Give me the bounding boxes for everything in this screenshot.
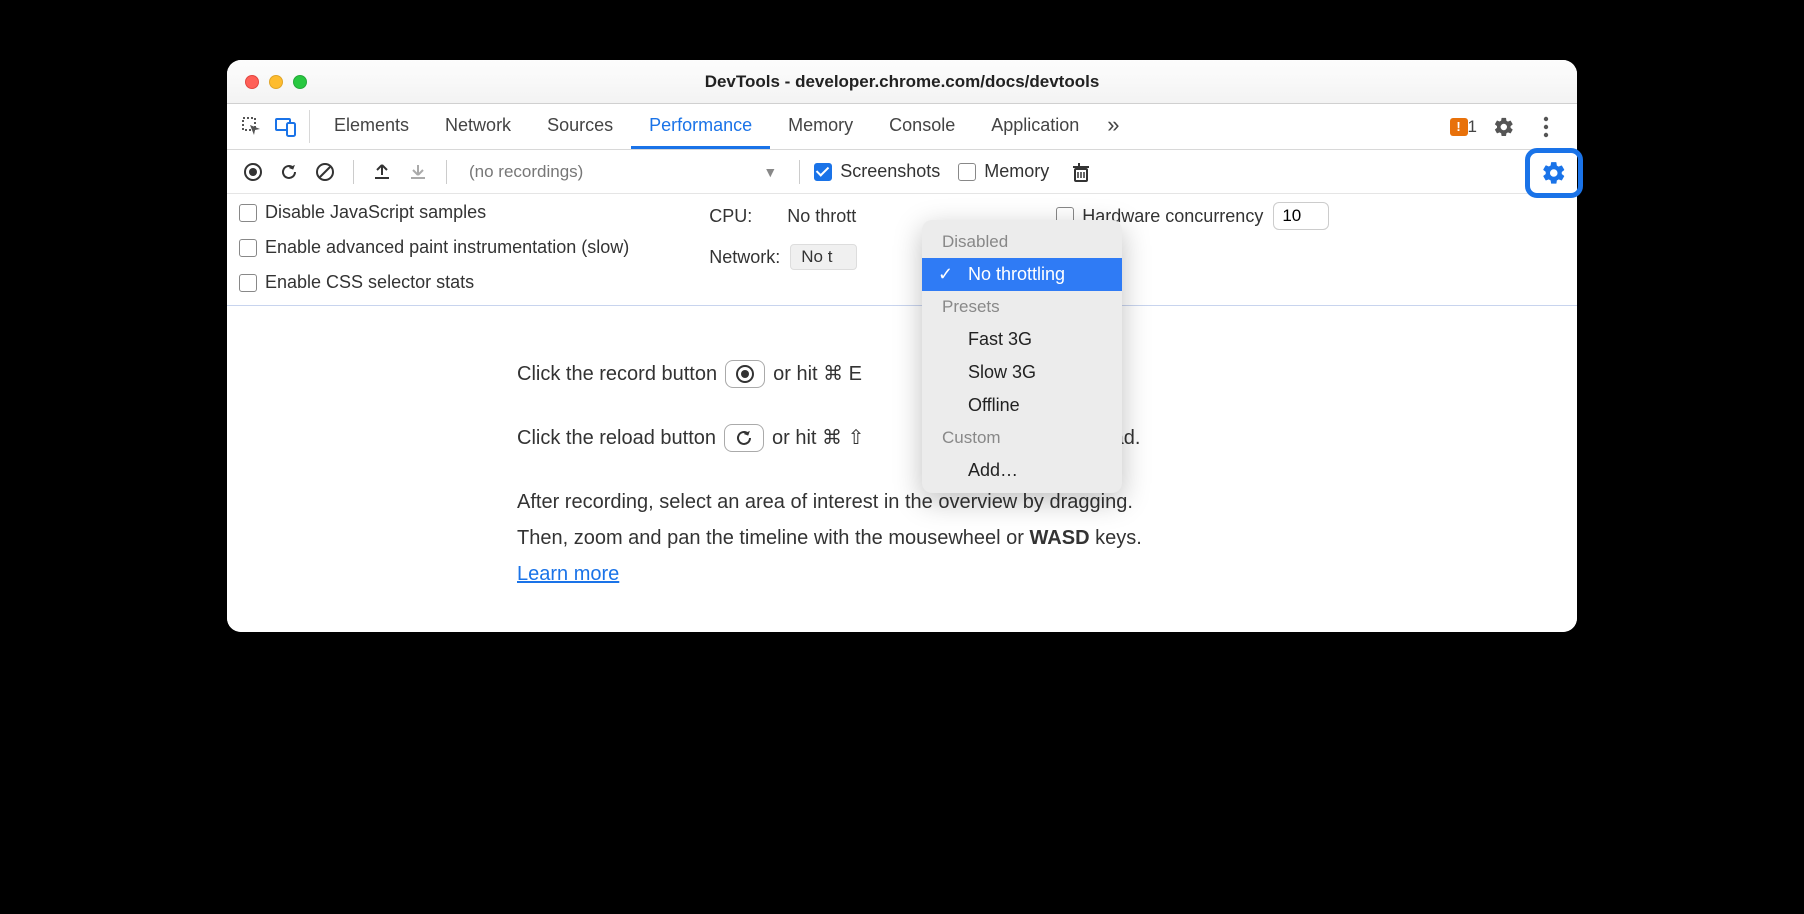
screenshots-label: Screenshots (840, 161, 940, 182)
chevron-down-icon: ▼ (763, 164, 777, 180)
memory-checkbox-input[interactable] (958, 163, 976, 181)
item-label: Add… (968, 460, 1018, 480)
capture-settings-highlight (1525, 148, 1583, 198)
item-label: Offline (968, 395, 1020, 415)
tab-label: Console (889, 115, 955, 136)
tab-label: Memory (788, 115, 853, 136)
tab-performance[interactable]: Performance (631, 104, 770, 149)
screenshots-checkbox[interactable]: Screenshots (814, 161, 940, 182)
hint-text: Click the record button (517, 356, 717, 392)
select-value: No t (801, 247, 832, 266)
capture-settings-button[interactable] (1541, 160, 1567, 186)
tab-label: Network (445, 115, 511, 136)
label: Enable CSS selector stats (265, 272, 474, 293)
tab-memory[interactable]: Memory (770, 104, 871, 149)
item-label: Slow 3G (968, 362, 1036, 382)
tab-network[interactable]: Network (427, 104, 529, 149)
record-button-icon (725, 360, 765, 388)
collect-garbage-button[interactable] (1067, 158, 1095, 186)
disable-js-samples-checkbox[interactable]: Disable JavaScript samples (239, 202, 629, 223)
dropdown-header-disabled: Disabled (922, 226, 1122, 258)
reload-button-icon (724, 424, 764, 452)
close-window-button[interactable] (245, 75, 259, 89)
dropdown-header-presets: Presets (922, 291, 1122, 323)
tab-elements[interactable]: Elements (316, 104, 427, 149)
screenshots-checkbox-input[interactable] (814, 163, 832, 181)
network-throttling-dropdown: Disabled No throttling Presets Fast 3G S… (922, 220, 1122, 493)
css-selector-stats-checkbox[interactable]: Enable CSS selector stats (239, 272, 629, 293)
network-label: Network: (689, 247, 780, 268)
checkbox-input[interactable] (239, 274, 257, 292)
panel-tabbar: Elements Network Sources Performance Mem… (227, 104, 1577, 150)
more-menu-icon[interactable] (1531, 112, 1561, 142)
dropdown-item-fast-3g[interactable]: Fast 3G (922, 323, 1122, 356)
maximize-window-button[interactable] (293, 75, 307, 89)
checkbox-input[interactable] (239, 239, 257, 257)
inspect-element-icon[interactable] (235, 104, 269, 149)
recordings-select[interactable]: (no recordings) ▼ (461, 162, 785, 182)
issues-count: 1 (1468, 117, 1477, 137)
tab-label: Performance (649, 115, 752, 136)
tab-application[interactable]: Application (973, 104, 1097, 149)
after-recording-hint: After recording, select an area of inter… (517, 484, 1537, 592)
settings-icon[interactable] (1489, 112, 1519, 142)
reload-record-button[interactable] (275, 158, 303, 186)
tab-label: Elements (334, 115, 409, 136)
issues-indicator[interactable]: ! 1 (1450, 117, 1477, 137)
window-title: DevTools - developer.chrome.com/docs/dev… (227, 72, 1577, 92)
hint-text: Click the reload button (517, 420, 716, 456)
item-label: No throttling (968, 264, 1065, 284)
dropdown-item-offline[interactable]: Offline (922, 389, 1122, 422)
memory-checkbox[interactable]: Memory (958, 161, 1049, 182)
dropdown-item-add[interactable]: Add… (922, 454, 1122, 487)
upload-profile-button[interactable] (368, 158, 396, 186)
overflow-icon: » (1107, 112, 1119, 138)
devtools-window: DevTools - developer.chrome.com/docs/dev… (227, 60, 1577, 632)
dropdown-header-custom: Custom (922, 422, 1122, 454)
performance-toolbar: (no recordings) ▼ Screenshots Memory (227, 150, 1577, 194)
checkbox-input[interactable] (239, 204, 257, 222)
recordings-label: (no recordings) (469, 162, 583, 182)
hint-text: or hit ⌘ ⇧ (772, 420, 864, 456)
advanced-paint-checkbox[interactable]: Enable advanced paint instrumentation (s… (239, 237, 629, 258)
minimize-window-button[interactable] (269, 75, 283, 89)
network-throttling-select[interactable]: No t (790, 244, 857, 270)
empty-state-hints: Click the record button or hit ⌘ E ding.… (227, 306, 1577, 632)
dropdown-item-no-throttling[interactable]: No throttling (922, 258, 1122, 291)
learn-more-link[interactable]: Learn more (517, 563, 619, 585)
memory-label: Memory (984, 161, 1049, 182)
tabs-overflow[interactable]: » (1097, 104, 1129, 149)
label: Disable JavaScript samples (265, 202, 486, 223)
tab-sources[interactable]: Sources (529, 104, 631, 149)
divider (446, 160, 447, 184)
tab-label: Application (991, 115, 1079, 136)
tab-console[interactable]: Console (871, 104, 973, 149)
hardware-concurrency-input[interactable] (1273, 202, 1329, 230)
warning-badge-icon: ! (1450, 118, 1468, 136)
hint-line: Then, zoom and pan the timeline with the… (517, 520, 1537, 556)
dropdown-item-slow-3g[interactable]: Slow 3G (922, 356, 1122, 389)
traffic-lights (245, 75, 307, 89)
device-toggle-icon[interactable] (269, 104, 303, 149)
label: Enable advanced paint instrumentation (s… (265, 237, 629, 258)
item-label: Fast 3G (968, 329, 1032, 349)
clear-button[interactable] (311, 158, 339, 186)
capture-settings-pane: Disable JavaScript samples Enable advanc… (227, 194, 1577, 306)
cpu-label: CPU: (689, 206, 777, 227)
tab-label: Sources (547, 115, 613, 136)
titlebar: DevTools - developer.chrome.com/docs/dev… (227, 60, 1577, 104)
tabbar-right: ! 1 (1450, 104, 1569, 149)
cpu-value: No thrott (787, 206, 856, 227)
wasd-keys: WASD (1030, 527, 1090, 549)
divider (353, 160, 354, 184)
record-button[interactable] (239, 158, 267, 186)
hint-text: or hit ⌘ E (773, 356, 862, 392)
divider (799, 160, 800, 184)
download-profile-button[interactable] (404, 158, 432, 186)
